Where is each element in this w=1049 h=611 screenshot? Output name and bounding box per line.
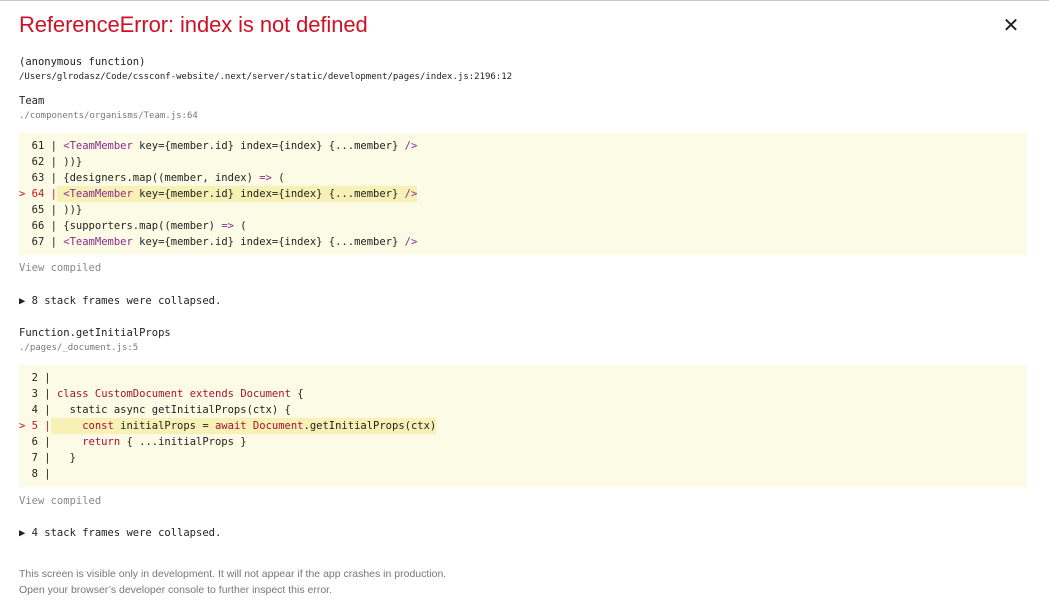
code-line: 65 | ))} xyxy=(19,204,83,216)
close-icon[interactable]: ✕ xyxy=(1000,13,1022,37)
footer-note: Open your browser’s developer console to… xyxy=(19,584,333,596)
code-line: 8 | xyxy=(19,468,51,480)
view-compiled-link[interactable]: View compiled xyxy=(19,495,101,507)
error-title: ReferenceError: index is not defined xyxy=(19,12,368,37)
code-snippet: 61 | <TeamMember key={member.id} index={… xyxy=(19,133,1027,255)
view-compiled-link[interactable]: View compiled xyxy=(19,262,101,274)
code-line-highlighted: > 5 | const initialProps = await Documen… xyxy=(19,418,437,434)
code-line: 6 | return { ...initialProps } xyxy=(19,436,247,448)
code-line: 63 | {designers.map((member, index) => ( xyxy=(19,172,285,184)
frame-path[interactable]: ./pages/_document.js:5 xyxy=(19,343,138,353)
frame-path[interactable]: ./components/organisms/Team.js:64 xyxy=(19,111,198,121)
frame-name: (anonymous function) xyxy=(19,56,146,68)
code-line: 61 | <TeamMember key={member.id} index={… xyxy=(19,140,418,152)
footer-note: This screen is visible only in developme… xyxy=(19,568,447,580)
code-line: 7 | } xyxy=(19,452,76,464)
code-line: 62 | ))} xyxy=(19,156,83,168)
code-snippet: 2 | 3 | class CustomDocument extends Doc… xyxy=(19,365,1027,487)
frame-path[interactable]: /Users/glrodasz/Code/cssconf-website/.ne… xyxy=(19,72,512,82)
code-line: 66 | {supporters.map((member) => ( xyxy=(19,220,247,232)
code-line: 4 | static async getInitialProps(ctx) { xyxy=(19,404,291,416)
collapsed-frames-toggle[interactable]: ▶ 4 stack frames were collapsed. xyxy=(19,527,221,539)
frame-name: Function.getInitialProps xyxy=(19,327,171,339)
error-overlay: ReferenceError: index is not defined ✕ (… xyxy=(0,0,1049,611)
code-line: 3 | class CustomDocument extends Documen… xyxy=(19,388,304,400)
code-line: 2 | xyxy=(19,372,51,384)
code-line: 67 | <TeamMember key={member.id} index={… xyxy=(19,236,418,248)
code-line-highlighted: > 64 | <TeamMember key={member.id} index… xyxy=(19,186,418,202)
frame-name: Team xyxy=(19,95,45,107)
collapsed-frames-toggle[interactable]: ▶ 8 stack frames were collapsed. xyxy=(19,295,221,307)
